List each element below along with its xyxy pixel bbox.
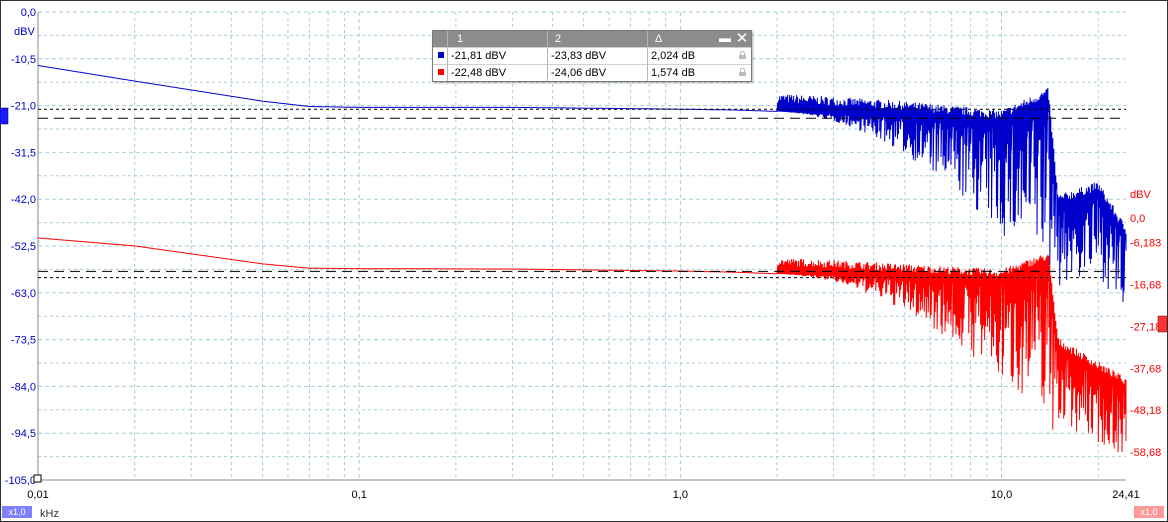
left-tick-label: -31,5 [11,147,36,159]
right-tick-label: -6,183 [1130,238,1161,250]
left-axis-unit: dBV [14,26,35,38]
left-tick-label: -63,0 [11,288,36,300]
minimize-icon[interactable]: ▬ [719,32,731,46]
header-delta: Δ [655,33,663,45]
header-cursor-2: 2 [555,33,562,45]
x-scale-badge-right[interactable]: x1,0 [1134,506,1164,518]
blue-series-swatch [438,52,444,58]
blue-series-line [37,65,1127,303]
left-tick-label: -84,0 [11,381,36,393]
column-separator [647,31,648,81]
lock-icon[interactable] [739,51,746,59]
left-tick-label: 0,0 [21,7,36,19]
left-tick-label: -52,5 [11,241,36,253]
right-axis-ticks: 0,0 -6,183 -16,68 -27,18 -37,68 -48,18 -58,68 [1130,213,1161,459]
right-tick-label: -37,68 [1130,363,1161,375]
column-separator [547,31,548,81]
x-axis-ticks: 0,01 0,1 1,0 10,0 24,41 [27,489,1139,501]
column-separator [447,31,448,81]
right-tick-label: -16,68 [1130,280,1161,292]
blue-cursor-2-value: -23,83 dBV [551,50,607,62]
right-tick-label: -48,18 [1130,405,1161,417]
left-tick-label: -94,5 [11,428,36,440]
cursor-table-header[interactable]: 1 2 Δ ▬ ✕ [433,31,751,47]
cursor-row-blue: -21,81 dBV -23,83 dBV 2,024 dB [433,47,751,64]
right-tick-label: -58,68 [1130,447,1161,459]
origin-marker[interactable] [33,474,42,483]
lock-icon[interactable] [739,68,746,76]
series-blue [37,65,1127,303]
x-scale-badge-left[interactable]: x1,0 [2,506,32,518]
left-tick-label: -42,0 [11,194,36,206]
red-series-swatch [438,69,444,75]
cursor-table[interactable]: 1 2 Δ ▬ ✕ -21,81 dBV -23,83 dBV 2,024 dB… [432,30,752,82]
x-axis-unit: kHz [40,508,59,520]
series-red [37,237,1127,453]
left-tick-label: -21,0 [11,101,36,113]
blue-delta-value: 2,024 dB [651,50,696,62]
red-cursor-2-value: -24,06 dBV [551,67,607,79]
x-tick-label: 0,01 [27,489,48,501]
cursor-row-red: -22,48 dBV -24,06 dBV 1,574 dB [433,64,751,81]
close-icon[interactable]: ✕ [735,31,749,46]
red-cursor-1-value: -22,48 dBV [451,67,507,79]
header-cursor-1: 1 [457,33,464,45]
left-tick-label: -73,5 [11,335,36,347]
x-tick-label: 10,0 [991,489,1012,501]
right-tick-label: -27,18 [1130,321,1161,333]
right-axis-handle[interactable] [1157,315,1168,333]
x-tick-label: 24,41 [1112,489,1140,501]
left-axis-ticks: 0,0 -10,5 -21,0 -31,5 -42,0 -52,5 -63,0 -73,5 -8… [5,7,36,487]
left-tick-label: -10,5 [11,54,36,66]
x-tick-label: 0,1 [352,489,367,501]
red-series-line [37,237,1127,453]
left-tick-label: -105,0 [5,475,36,487]
red-delta-value: 1,574 dB [651,67,696,79]
right-tick-label: 0,0 [1130,213,1145,225]
left-axis-handle[interactable] [0,107,9,125]
x-tick-label: 1,0 [673,489,688,501]
blue-cursor-1-value: -21,81 dBV [451,50,507,62]
right-axis-unit: dBV [1130,189,1151,201]
